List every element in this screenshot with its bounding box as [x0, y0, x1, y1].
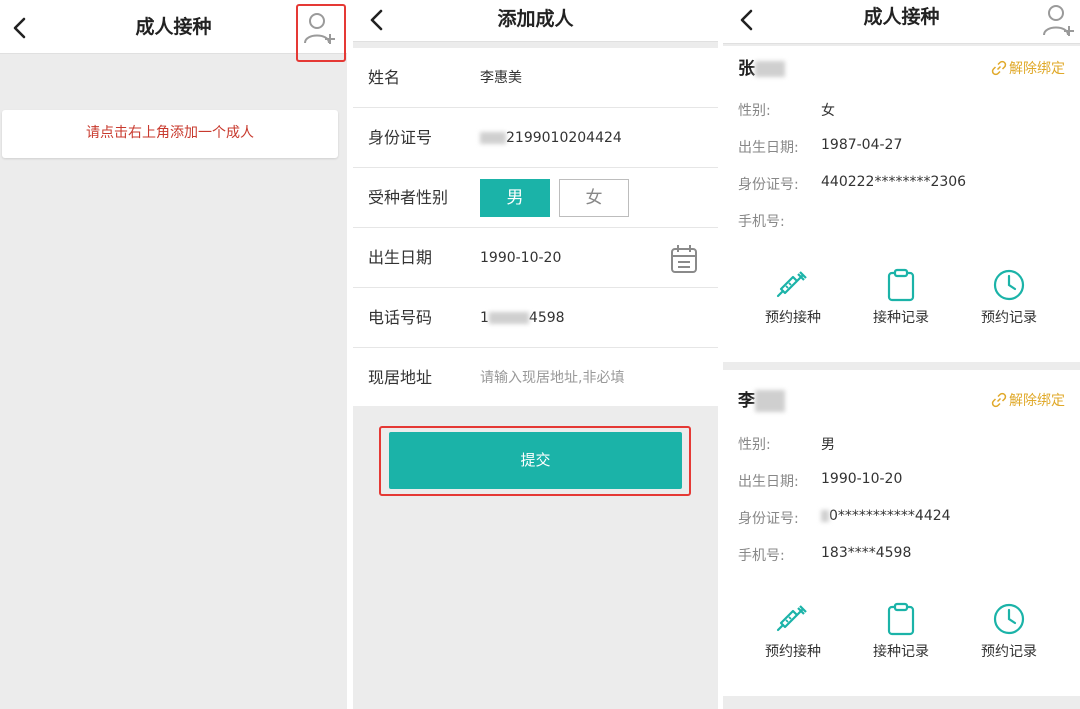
id-number-visible: 2199010204424: [506, 130, 622, 146]
blurred-text: [480, 132, 506, 144]
blurred-text: [755, 61, 785, 77]
syringe-icon: [776, 271, 807, 298]
vaccination-record-button[interactable]: 接种记录: [856, 602, 946, 661]
highlight-box-submit: [379, 426, 691, 496]
gender-label: 性别:: [738, 437, 771, 453]
person-card: 张 解除绑定 性别: 女 出生日期: 1987-04-27 身份证号: 4402…: [723, 46, 1080, 362]
person-name-text: 李: [738, 391, 755, 411]
form-row-address: 现居地址 请输入现居地址,非必填: [353, 348, 718, 408]
phone-label: 手机号:: [738, 548, 785, 564]
birthdate-value: 1990-10-20: [821, 471, 903, 487]
id-label: 身份证号:: [738, 511, 799, 527]
page-title: 添加成人: [497, 8, 574, 30]
field-label: 现居地址: [368, 368, 433, 387]
hint-text: 请点击右上角添加一个成人: [86, 125, 254, 141]
unbind-label: 解除绑定: [1009, 61, 1065, 77]
gender-female-option[interactable]: 女: [559, 179, 629, 217]
clipboard-icon: [887, 268, 915, 302]
field-label: 电话号码: [368, 308, 433, 327]
screen-adult-vaccination-empty: 成人接种 请点击右上角添加一个成人: [0, 0, 347, 709]
id-value: 440222********2306: [821, 174, 967, 190]
phone-value: 183****4598: [821, 545, 912, 561]
blurred-text: [821, 510, 829, 522]
id-value-visible: 0***********4424: [829, 508, 951, 524]
birthdate-input[interactable]: 1990-10-20: [480, 228, 561, 288]
gender-value: 男: [821, 437, 835, 453]
unbind-label: 解除绑定: [1009, 393, 1065, 409]
book-vaccination-button[interactable]: 预约接种: [748, 268, 838, 327]
field-label: 出生日期: [368, 248, 433, 267]
gender-label: 性别:: [738, 103, 771, 119]
id-number-input[interactable]: 2199010204424: [480, 108, 622, 168]
phone-input[interactable]: 1 4598: [480, 288, 565, 348]
highlight-box-add-user: [296, 4, 346, 62]
unlink-icon: [991, 60, 1007, 76]
page-title: 成人接种: [863, 6, 940, 28]
screen-add-adult: 添加成人 姓名 李惠美 身份证号 2199010204424 受种者性别 男 女…: [353, 0, 718, 709]
syringe-icon: [776, 605, 807, 632]
book-vaccination-button[interactable]: 预约接种: [748, 602, 838, 661]
field-label: 姓名: [368, 68, 401, 87]
gender-male-option[interactable]: 男: [480, 179, 550, 217]
booking-record-button[interactable]: 预约记录: [964, 602, 1054, 661]
top-bar: 成人接种: [723, 0, 1080, 44]
hint-card[interactable]: 请点击右上角添加一个成人: [2, 110, 338, 158]
phone-visible-end: 4598: [528, 310, 565, 326]
unbind-button[interactable]: 解除绑定: [991, 58, 1065, 78]
birthdate-label: 出生日期:: [738, 474, 799, 490]
calendar-icon[interactable]: [670, 244, 698, 274]
birthdate-label: 出生日期:: [738, 140, 799, 156]
clock-icon: [993, 603, 1025, 635]
phone-label: 手机号:: [738, 214, 785, 230]
add-user-icon: [1043, 5, 1074, 36]
unbind-button[interactable]: 解除绑定: [991, 390, 1065, 410]
top-bar: 添加成人: [353, 0, 718, 42]
action-label: 接种记录: [873, 644, 929, 660]
address-input[interactable]: 请输入现居地址,非必填: [480, 348, 624, 408]
action-label: 预约接种: [765, 310, 821, 326]
clock-icon: [993, 269, 1025, 301]
clipboard-icon: [887, 602, 915, 636]
blurred-text: [488, 312, 529, 324]
person-name: 张: [738, 54, 785, 79]
form-row-id: 身份证号 2199010204424: [353, 108, 718, 168]
action-label: 预约记录: [981, 310, 1037, 326]
id-value: 0***********4424: [821, 508, 951, 524]
action-label: 预约记录: [981, 644, 1037, 660]
top-bar: 成人接种: [0, 0, 347, 54]
field-label: 受种者性别: [368, 188, 449, 207]
vaccination-record-button[interactable]: 接种记录: [856, 268, 946, 327]
phone-visible-start: 1: [480, 310, 489, 326]
action-label: 接种记录: [873, 310, 929, 326]
booking-record-button[interactable]: 预约记录: [964, 268, 1054, 327]
field-label: 身份证号: [368, 128, 433, 147]
person-name-text: 张: [738, 59, 755, 79]
form-row-birthdate: 出生日期 1990-10-20: [353, 228, 718, 288]
blurred-text: [755, 390, 785, 412]
form-row-phone: 电话号码 1 4598: [353, 288, 718, 348]
form-row-gender: 受种者性别 男 女: [353, 168, 718, 228]
person-name: 李: [738, 386, 785, 412]
person-card: 李 解除绑定 性别: 男 出生日期: 1990-10-20 身份证号: 0***…: [723, 370, 1080, 696]
gender-value: 女: [821, 103, 835, 119]
action-label: 预约接种: [765, 644, 821, 660]
add-adult-button[interactable]: [1041, 2, 1075, 38]
name-input[interactable]: 李惠美: [480, 48, 522, 108]
birthdate-value: 1987-04-27: [821, 137, 903, 153]
id-label: 身份证号:: [738, 177, 799, 193]
page-title: 成人接种: [135, 16, 212, 38]
add-adult-form: 姓名 李惠美 身份证号 2199010204424 受种者性别 男 女 出生日期…: [353, 48, 718, 406]
screen-adult-vaccination-list: 成人接种 张 解除绑定 性别: 女 出生日期: 1987-04-27 身份证号:…: [723, 0, 1080, 709]
unlink-icon: [991, 392, 1007, 408]
form-row-name: 姓名 李惠美: [353, 48, 718, 108]
